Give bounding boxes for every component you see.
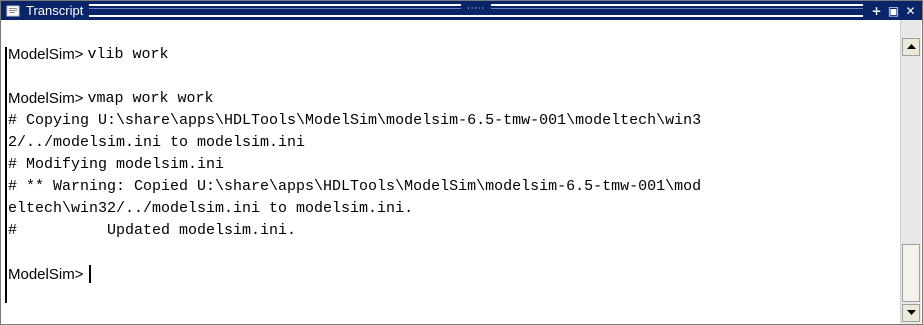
scroll-up-button[interactable] xyxy=(902,38,920,56)
transcript-icon xyxy=(5,4,21,18)
prompt-label: ModelSim> xyxy=(8,265,84,283)
undock-button[interactable]: ▣ xyxy=(886,3,901,18)
arrow-down-icon xyxy=(906,310,916,315)
title-grip[interactable]: ····· xyxy=(89,3,863,17)
input-line[interactable]: ModelSim> xyxy=(8,263,902,285)
transcript-line: ModelSim> vmap work work xyxy=(8,87,902,109)
prompt-label: ModelSim> xyxy=(8,45,84,63)
add-pane-button[interactable]: + xyxy=(869,3,884,18)
output-line: # ** Warning: Copied U:\share\apps\HDLTo… xyxy=(8,177,702,195)
grip-handle-icon[interactable]: ····· xyxy=(461,3,492,14)
arrow-up-icon xyxy=(906,44,916,49)
left-rule xyxy=(5,47,7,303)
scroll-thumb[interactable] xyxy=(902,244,920,302)
transcript-lines: ModelSim> vlib work ModelSim> vmap work wo… xyxy=(8,43,902,285)
close-button[interactable]: ✕ xyxy=(903,3,918,18)
output-line: eltech\win32/../modelsim.ini to modelsim… xyxy=(8,199,414,217)
prompt-label: ModelSim> xyxy=(8,89,84,107)
transcript-pane[interactable]: ModelSim> vlib work ModelSim> vmap work wo… xyxy=(2,20,902,324)
scroll-down-button[interactable] xyxy=(902,304,920,322)
output-line: # Modifying modelsim.ini xyxy=(8,155,225,173)
titlebar[interactable]: Transcript ····· + ▣ ✕ xyxy=(1,1,922,20)
transcript-window: Transcript ····· + ▣ ✕ ModelSim> vlib wor… xyxy=(0,0,923,325)
window-title: Transcript xyxy=(26,3,84,18)
command-text: vmap work work xyxy=(87,89,214,107)
command-text: vlib work xyxy=(87,45,169,63)
transcript-line: ModelSim> vlib work xyxy=(8,43,902,65)
vertical-scrollbar[interactable] xyxy=(900,20,921,324)
output-line: 2/../modelsim.ini to modelsim.ini xyxy=(8,133,306,151)
output-line: # Updated modelsim.ini. xyxy=(8,221,297,239)
text-cursor xyxy=(89,265,92,283)
output-line: # Copying U:\share\apps\HDLTools\ModelSi… xyxy=(8,111,702,129)
